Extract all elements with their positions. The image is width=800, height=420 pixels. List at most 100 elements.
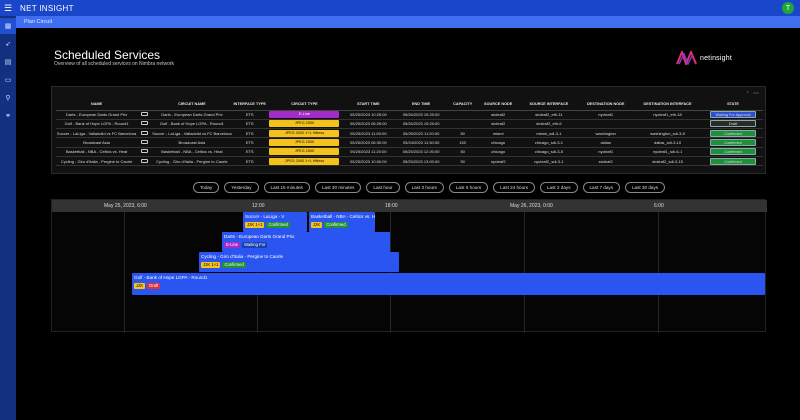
axis-label: May 25, 2023, 6:00 <box>104 203 147 209</box>
state-badge: Confirmed <box>710 148 757 156</box>
table-cell: 05/25/2023 12:20:00 <box>394 147 448 158</box>
link-icon[interactable]: ⚭ <box>0 108 16 124</box>
table-cell <box>632 119 704 130</box>
time-filter-button[interactable]: Last 2 days <box>540 182 578 193</box>
table-cell: dallas <box>579 137 633 148</box>
column-header[interactable]: SOURCE NODE <box>477 99 519 111</box>
time-filter-button[interactable]: Last 30 days <box>625 182 666 193</box>
table-cell: 05/26/2023 15:25:00 <box>394 119 448 130</box>
axis-label: May 26, 2023, 0:00 <box>510 203 553 209</box>
table-row[interactable]: Cycling - Giro d'Italia - Pergine to Cao… <box>56 156 763 167</box>
event-title: Soccer - LaLiga - V <box>245 214 285 219</box>
event-title: Darts - European Darts Grand Prix <box>224 234 295 239</box>
state-badge: Confirmed <box>710 129 757 137</box>
top-bar: ☰ NET INSIGHT T <box>0 0 800 16</box>
time-filter-button[interactable]: Last 24 hours <box>493 182 535 193</box>
table-row[interactable]: Soccer - LaLiga - Valladolid vs FC Barce… <box>56 128 763 139</box>
table-cell: ETS <box>232 110 267 120</box>
table-cell: Basketball - NBA - Celtics vs. Heat <box>56 147 138 158</box>
time-filter-button[interactable]: Last hour <box>366 182 400 193</box>
circuit-type-badge: JPEG 2000 <box>269 120 340 128</box>
circuit-type-badge: JPEG 2000 <box>269 148 340 156</box>
gridline <box>124 212 125 333</box>
event-title: Basketball - NBA - Celtics vs. H <box>311 214 376 219</box>
column-header[interactable]: SOURCE INTERFACE <box>518 99 580 111</box>
table-cell: stoleaf2 <box>579 156 633 167</box>
column-header[interactable] <box>137 99 152 111</box>
event-title: Golf - Bank of Hope LGPA - Round1 <box>134 275 208 280</box>
table-cell: ETS <box>232 128 267 139</box>
table-cell: chicago <box>477 137 519 148</box>
monitor-icon[interactable] <box>140 130 148 135</box>
grid-icon[interactable]: ▤ <box>0 54 16 70</box>
more-icon[interactable]: ⋯ <box>753 90 759 97</box>
monitor-icon[interactable] <box>140 112 148 117</box>
logo-text: netinsight <box>700 54 732 62</box>
column-header[interactable]: END TIME <box>394 99 448 111</box>
time-filter-button[interactable]: Last 3 hours <box>404 182 444 193</box>
table-cell: nycleaf1_eth-18 <box>632 110 704 120</box>
column-header[interactable]: DESTINATION NODE <box>579 99 633 111</box>
time-filter-button[interactable]: Last 15 minutes <box>263 182 310 193</box>
monitor-icon[interactable] <box>140 149 148 154</box>
column-header[interactable]: CIRCUIT NAME <box>151 99 233 111</box>
event-badge: J2K 1+1 <box>245 222 265 228</box>
table-cell: chicago <box>477 147 519 158</box>
event-badge: J2K <box>134 283 146 289</box>
table-cell: Darts - European Darts Grand Prix <box>56 110 138 120</box>
table-cell: 50 <box>447 156 478 167</box>
table-cell: 05/25/2023 11:20:00 <box>394 128 448 139</box>
table-cell: dallas_sdi-3-10 <box>632 137 704 148</box>
timeline-axis: May 25, 2023, 6:00 12:00 18:00 May 26, 2… <box>52 200 767 212</box>
plan-circuit-link[interactable]: Plan Circuit <box>24 19 52 25</box>
table-row[interactable]: Darts - European Darts Grand Prix Darts -… <box>56 110 763 120</box>
table-cell: nycleaf2 <box>477 156 519 167</box>
table-row[interactable]: Broadcast Asia Broadcast Asia ETS JPEG 2000… <box>56 137 763 148</box>
column-header[interactable]: NAME <box>56 99 138 111</box>
table-cell: stoleaf2_sdi-3-15 <box>632 156 704 167</box>
monitor-icon[interactable] <box>140 121 148 126</box>
hamburger-icon[interactable]: ☰ <box>0 0 16 16</box>
column-header[interactable]: DESTINATION INTERFACE <box>632 99 704 111</box>
tree-icon[interactable]: ⚲ <box>0 90 16 106</box>
table-row[interactable]: Golf - Bank of Hope LGPA - Round1 Golf - … <box>56 119 763 130</box>
timeline-event[interactable]: Golf - Bank of Hope LGPA - Round1 J2K Draf… <box>132 273 765 295</box>
time-filter-button[interactable]: Last 30 minutes <box>314 182 362 193</box>
calendar-icon[interactable]: ▦ <box>0 18 16 34</box>
timeline-event[interactable]: Darts - European Darts Grand Prix E-Line W… <box>222 232 390 252</box>
timeline-event[interactable]: Cycling - Giro d'Italia - Pergine to Cao… <box>199 252 399 272</box>
table-cell: ETS <box>232 147 267 158</box>
signal-icon: ◔ <box>745 90 749 96</box>
column-header[interactable]: STATE <box>703 99 763 111</box>
time-filter-button[interactable]: Last 7 days <box>582 182 620 193</box>
rocket-icon[interactable]: ➶ <box>0 36 16 52</box>
state-badge: Draft <box>710 120 757 128</box>
event-badge: Confirmed <box>222 262 246 268</box>
column-header[interactable]: INTERFACE TYPE <box>232 99 267 111</box>
table-cell: ETS <box>232 137 267 148</box>
event-badge: Draft <box>147 283 161 289</box>
monitor-icon[interactable] <box>140 140 148 145</box>
table-cell: nycleaf1_sdi-6-1 <box>632 147 704 158</box>
timeline-event[interactable]: Soccer - LaLiga - V J2K 1+1 Confirmed <box>243 212 307 232</box>
state-badge: Confirmed <box>710 139 757 147</box>
circuit-type-badge: JPEG 2000 1+1 Hitless <box>269 129 340 137</box>
netinsight-logo: netinsight <box>676 50 772 66</box>
user-avatar[interactable]: T <box>782 2 794 14</box>
timeline-event[interactable]: Basketball - NBA - Celtics vs. H J2K Confi… <box>309 212 375 232</box>
video-icon[interactable]: ▭ <box>0 72 16 88</box>
table-row[interactable]: Basketball - NBA - Celtics vs. Heat Baske… <box>56 147 763 158</box>
event-badge: Waiting For <box>242 242 268 248</box>
column-header[interactable]: CIRCUIT TYPE <box>266 99 342 111</box>
time-filter-bar: Today Yesterday Last 15 minutes Last 30 min… <box>193 182 666 194</box>
time-filter-button[interactable]: Today <box>193 182 220 193</box>
table-cell: chicago_sdi-3-5 <box>518 147 580 158</box>
services-table: NAME CIRCUIT NAME INTERFACE TYPE CIRCUIT TY… <box>56 99 763 167</box>
event-badge: E-Line <box>224 242 241 248</box>
column-header[interactable]: CAPACITY <box>447 99 478 111</box>
table-cell: chicago_sdi-3-1 <box>518 137 580 148</box>
monitor-icon[interactable] <box>140 158 148 163</box>
time-filter-button[interactable]: Yesterday <box>224 182 259 193</box>
time-filter-button[interactable]: Last 6 hours <box>448 182 489 193</box>
column-header[interactable]: START TIME <box>342 99 395 111</box>
